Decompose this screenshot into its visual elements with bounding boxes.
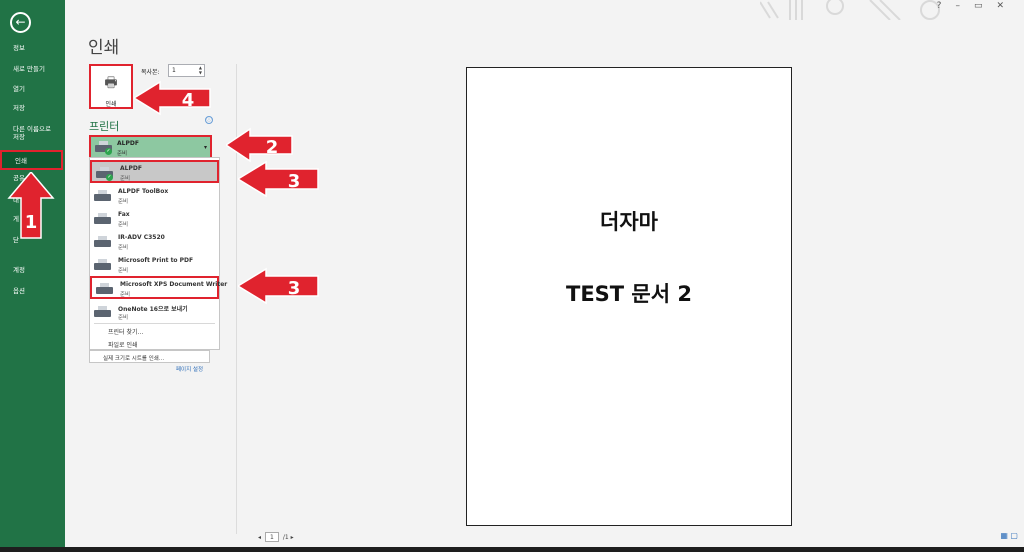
- preview-text-line2: TEST 문서 2: [566, 282, 692, 306]
- printer-icon: [93, 190, 112, 203]
- printer-option-status: 준비: [118, 222, 129, 228]
- printer-option-fax[interactable]: Fax 준비: [90, 208, 219, 231]
- annotation-number: 3: [288, 278, 301, 299]
- annotation-number: 2: [266, 137, 279, 158]
- annotation-arrow-1: 1: [7, 172, 55, 239]
- page-navigator: ◂ 1 /1 ▸: [258, 532, 294, 542]
- printer-option-name: IR-ADV C3520: [118, 234, 165, 241]
- printer-option-status: 준비: [118, 245, 129, 251]
- printer-option-name: OneNote 16으로 보내기: [118, 306, 188, 313]
- info-icon[interactable]: ⓘ: [205, 116, 213, 124]
- nav-item-new[interactable]: 새로 만들기: [0, 65, 65, 85]
- nav-item-print[interactable]: 인쇄: [0, 150, 63, 170]
- nav-item-save[interactable]: 저장: [0, 104, 65, 124]
- printer-option-alpdf-toolbox[interactable]: ALPDF ToolBox 준비: [90, 185, 219, 208]
- nav-item-info[interactable]: 정보: [0, 44, 65, 64]
- page-title: 인쇄: [88, 38, 120, 58]
- view-toggle-icons[interactable]: ▦ ▢: [1000, 531, 1018, 540]
- printer-option-status: 준비: [118, 315, 129, 321]
- copies-spinner[interactable]: ▲ ▼: [199, 65, 202, 75]
- page-number-input[interactable]: 1: [264, 532, 279, 542]
- page-setup-link[interactable]: 페이지 설정: [176, 365, 203, 373]
- chevron-down-icon: ▾: [203, 144, 207, 151]
- page-total: /1: [282, 534, 289, 541]
- nav-item-options[interactable]: 옵션: [0, 287, 65, 307]
- back-arrow-icon[interactable]: ←: [10, 12, 31, 33]
- annotation-number: 1: [25, 212, 38, 233]
- nav-item-account[interactable]: 계정: [0, 266, 65, 286]
- taskbar-strip: [0, 547, 1024, 552]
- printer-section-label: 프린터: [89, 120, 120, 133]
- window-controls[interactable]: ?–▭✕: [937, 1, 1018, 11]
- annotation-arrow-4: 4: [134, 80, 211, 116]
- printer-option-alpdf[interactable]: ✓ ALPDF 준비: [90, 160, 219, 183]
- printer-option-name: Microsoft XPS Document Writer: [120, 281, 228, 288]
- print-button-label: 인쇄: [105, 101, 117, 108]
- preview-text-line1: 더자마: [600, 210, 658, 234]
- printer-option-name: ALPDF ToolBox: [118, 188, 169, 195]
- printer-option-status: 준비: [120, 176, 131, 182]
- copies-value: 1: [172, 67, 176, 74]
- printer-option-name: ALPDF: [120, 165, 142, 172]
- print-button[interactable]: 🖶 인쇄: [89, 64, 133, 109]
- dropdown-divider: [94, 323, 215, 324]
- printer-option-ir-adv[interactable]: IR-ADV C3520 준비: [90, 231, 219, 254]
- annotation-arrow-3a: 3: [238, 160, 319, 198]
- printer-option-status: 준비: [118, 199, 129, 205]
- fax-icon: [93, 213, 112, 226]
- printer-icon: ✓: [94, 141, 113, 155]
- nav-item-open[interactable]: 열기: [0, 85, 65, 105]
- find-printer-link[interactable]: 프린터 찾기...: [108, 327, 143, 336]
- printer-option-name: Fax: [118, 211, 130, 218]
- print-to-file-option[interactable]: 파일로 인쇄: [108, 340, 138, 349]
- printer-icon: [93, 236, 112, 249]
- printer-icon: [93, 259, 112, 272]
- print-preview-page: 더자마 TEST 문서 2: [466, 67, 792, 526]
- annotation-arrow-2: 2: [226, 127, 293, 163]
- annotation-number: 3: [288, 171, 301, 192]
- printer-option-print-to-pdf[interactable]: Microsoft Print to PDF 준비: [90, 254, 219, 277]
- annotation-arrow-3b: 3: [238, 267, 319, 305]
- printer-icon: ✓: [95, 167, 114, 181]
- copies-input[interactable]: 1 ▲ ▼: [168, 64, 205, 77]
- printer-dropdown: ✓ ALPDF 준비 ALPDF ToolBox 준비 Fax 준비 IR-AD…: [89, 157, 227, 350]
- printer-option-status: 준비: [118, 268, 129, 274]
- printer-icon: 🖶: [104, 75, 118, 91]
- copies-label: 복사본:: [141, 69, 160, 76]
- selected-printer-name: ALPDF: [117, 140, 139, 147]
- next-page-icon[interactable]: ▸: [291, 534, 294, 541]
- printer-option-name: Microsoft Print to PDF: [118, 257, 194, 264]
- selected-printer-status: 준비: [117, 151, 128, 157]
- printer-option-status: 준비: [120, 292, 131, 298]
- printer-option-xps-writer[interactable]: Microsoft XPS Document Writer 준비: [90, 276, 227, 299]
- prev-page-icon[interactable]: ◂: [258, 534, 261, 541]
- printer-icon: [95, 283, 114, 296]
- backstage-nav: ← 정보 새로 만들기 열기 저장 다른 이름으로 저장 인쇄 공유 내 게 닫…: [0, 0, 65, 552]
- scaling-select[interactable]: 실제 크기로 시트를 인쇄...: [89, 350, 210, 363]
- annotation-number: 4: [182, 90, 195, 111]
- printer-select[interactable]: ✓ ALPDF 준비 ▾: [89, 135, 212, 159]
- printer-option-onenote[interactable]: OneNote 16으로 보내기 준비: [90, 301, 219, 324]
- nav-item-save-as[interactable]: 다른 이름으로 저장: [0, 125, 65, 147]
- printer-icon: [93, 306, 112, 319]
